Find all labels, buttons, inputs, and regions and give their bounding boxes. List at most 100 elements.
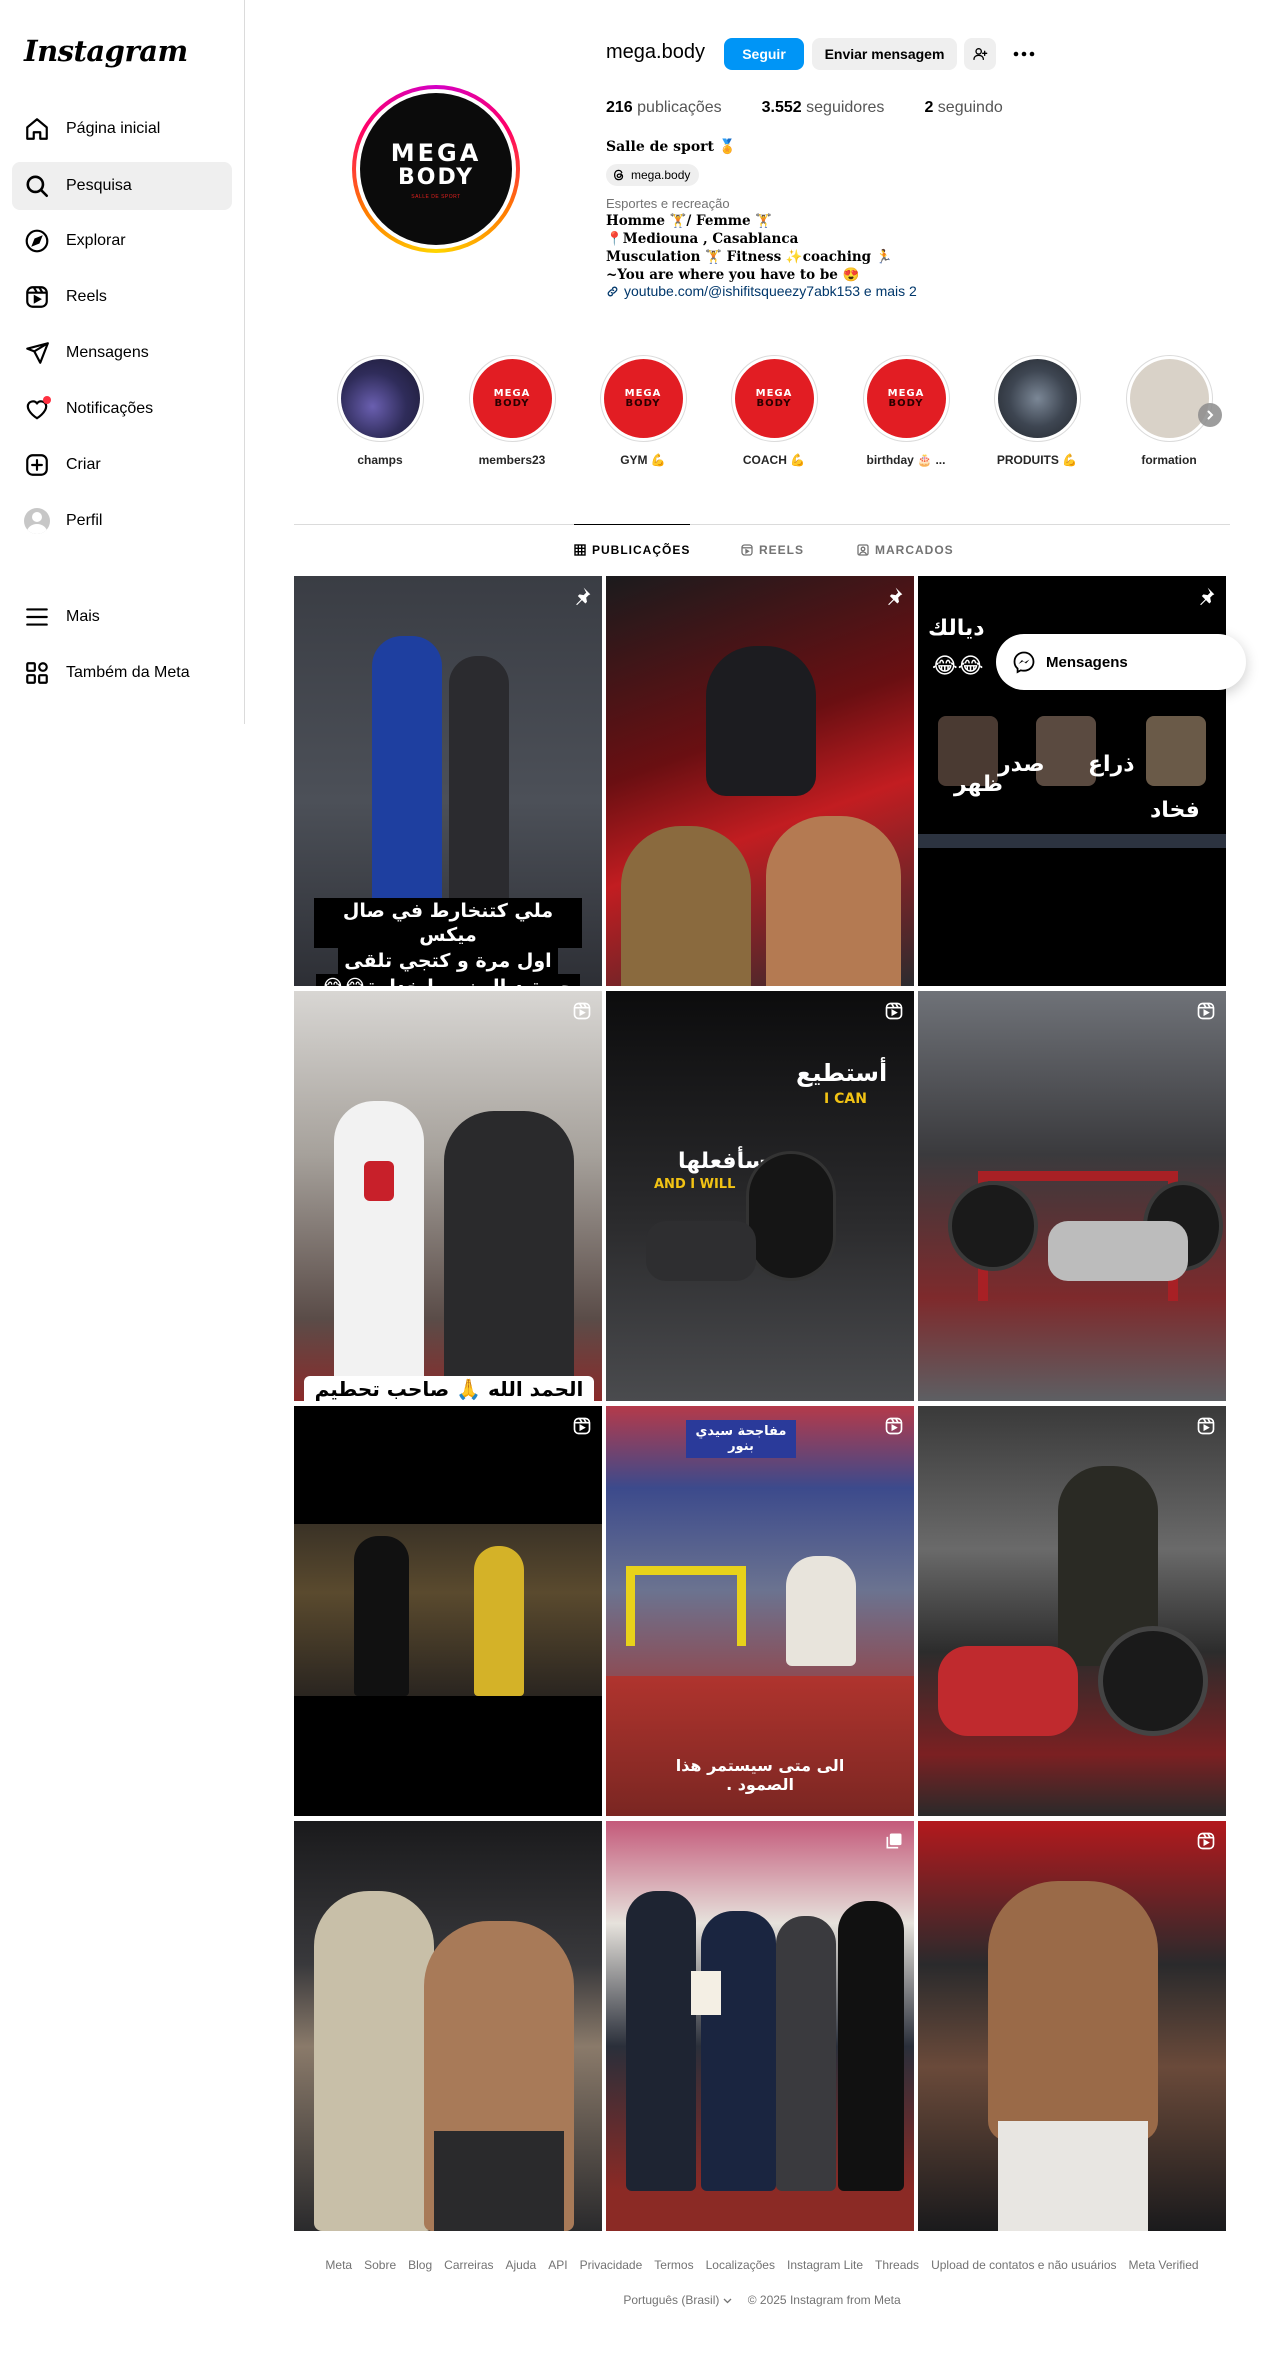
bench-frame [626, 1566, 746, 1646]
search-icon [26, 175, 49, 198]
nav-more-label: Mais [66, 608, 100, 625]
following-count-label: seguindo [937, 99, 1003, 116]
highlight-cover [340, 359, 420, 438]
threads-badge[interactable]: mega.body [606, 164, 700, 186]
followers-count[interactable]: 3.552 seguidores [762, 99, 885, 117]
post-tile[interactable]: ملي كتنخارط في صال ميكس اول مرة و كتجي ت… [294, 576, 602, 986]
highlight-logo-l1: MEGA [755, 387, 793, 399]
post-tile[interactable] [294, 1406, 602, 1816]
post-caption: I CAN [824, 1091, 867, 1107]
footer-link[interactable]: Sobre [364, 2258, 396, 2272]
posts-count-label: publicações [637, 99, 722, 116]
post-caption: الحمد الله 🙏 صاحب تحطيم الرقم [304, 1376, 594, 1401]
highlight-label: GYM 💪 [620, 453, 666, 467]
certificate [691, 1971, 721, 2015]
footer-link[interactable]: Blog [408, 2258, 432, 2272]
highlight-birthday[interactable]: MEGA BODY birthday 🎂 ... [858, 355, 954, 467]
post-tile[interactable]: أستطيع I CAN وسأفعلها AND I WILL [606, 991, 914, 1401]
footer-link[interactable]: Carreiras [444, 2258, 493, 2272]
instagram-logo[interactable]: Instagram [24, 34, 188, 68]
highlight-gym[interactable]: MEGA BODY GYM 💪 [595, 355, 691, 467]
person-silhouette [706, 646, 816, 796]
nav-messages[interactable]: Mensagens [12, 329, 232, 377]
person-silhouette [776, 1916, 836, 2191]
footer-link[interactable]: Ajuda [506, 2258, 537, 2272]
following-count[interactable]: 2 seguindo [924, 99, 1002, 117]
tagged-icon [857, 544, 869, 556]
tab-posts[interactable]: PUBLICAÇÕES [574, 524, 691, 574]
link-icon [607, 286, 618, 296]
nav-notifications[interactable]: Notificações [12, 385, 232, 433]
caption-line: اول مرة و كتجي تلقى [338, 948, 558, 974]
post-tile[interactable] [918, 1821, 1226, 2231]
caption-line: ملي كتنخارط في صال ميكس [314, 898, 582, 948]
tab-tagged-label: MARCADOS [875, 543, 954, 557]
person-silhouette [766, 816, 901, 986]
messages-float-button[interactable]: Mensagens [996, 634, 1246, 690]
footer-link[interactable]: Meta Verified [1129, 2258, 1199, 2272]
footer-link[interactable]: API [548, 2258, 567, 2272]
person-silhouette [626, 1891, 696, 2191]
highlight-logo-l2: BODY [625, 397, 661, 409]
profile-avatar[interactable]: MEGA BODY SALLE DE SPORT [352, 85, 520, 253]
post-tile[interactable] [606, 576, 914, 986]
tab-tagged[interactable]: MARCADOS [857, 525, 954, 575]
nav-profile[interactable]: Perfil [12, 497, 232, 545]
nav-reels[interactable]: Reels [12, 273, 232, 321]
highlight-champs[interactable]: champs [332, 355, 428, 467]
highlight-ring [993, 355, 1081, 442]
chevron-right-icon [1207, 410, 1214, 420]
post-tile[interactable]: مفاجحة سيدي بنور الى متى سيستمر هذا الصم… [606, 1406, 914, 1816]
face-thumb [1146, 716, 1206, 786]
highlight-members23[interactable]: MEGA BODY members23 [464, 355, 560, 467]
footer-link[interactable]: Termos [654, 2258, 693, 2272]
messages-float-label: Mensagens [1046, 653, 1128, 671]
tab-reels[interactable]: REELS [741, 525, 804, 575]
nav-explore[interactable]: Explorar [12, 217, 232, 265]
nav-search[interactable]: Pesquisa [12, 162, 232, 210]
highlights-next-button[interactable] [1198, 403, 1222, 427]
language-select[interactable]: Português (Brasil) [623, 2293, 732, 2307]
highlight-cover: MEGA BODY [472, 359, 552, 438]
post-tile[interactable] [918, 991, 1226, 1401]
caption-line: حصة ديال زومبا خدامة😂😂 [315, 974, 581, 986]
profile-username: mega.body [606, 41, 705, 63]
barbell-plate [746, 1151, 836, 1281]
follow-button[interactable]: Seguir [724, 38, 804, 70]
highlight-produits[interactable]: PRODUITS 💪 [989, 355, 1085, 467]
bio-line: ~You are where you have to be 😍 [606, 267, 860, 283]
post-tile[interactable]: الحمد الله 🙏 صاحب تحطيم الرقم [294, 991, 602, 1401]
highlight-ring: MEGA BODY [468, 355, 556, 442]
post-tile[interactable] [918, 1406, 1226, 1816]
mega-body-logo: MEGA BODY SALLE DE SPORT [360, 93, 512, 245]
post-tile[interactable] [294, 1821, 602, 2231]
reel-icon [885, 1002, 903, 1020]
footer-link[interactable]: Localizações [706, 2258, 775, 2272]
reel-icon [1197, 1002, 1215, 1020]
nav-more[interactable]: Mais [12, 593, 232, 641]
bio-link[interactable]: youtube.com/@ishifitsqueezy7abk153 e mai… [606, 283, 917, 299]
nav-home[interactable]: Página inicial [12, 105, 232, 153]
carpet [606, 1676, 914, 1816]
nav-create[interactable]: Criar [12, 441, 232, 489]
profile-category: Esportes e recreação [606, 196, 730, 211]
footer-link[interactable]: Instagram Lite [787, 2258, 863, 2272]
suggest-user-button[interactable] [964, 38, 996, 70]
highlight-logo-l1: MEGA [887, 387, 925, 399]
footer-link[interactable]: Privacidade [580, 2258, 643, 2272]
footer-link[interactable]: Upload de contatos e não usuários [931, 2258, 1116, 2272]
jersey-number [364, 1161, 394, 1201]
threads-icon [613, 169, 624, 181]
options-button[interactable] [1008, 38, 1040, 70]
post-label: فخاد [1150, 798, 1200, 823]
footer-links: Meta Sobre Blog Carreiras Ajuda API Priv… [294, 2258, 1230, 2272]
nav-search-label: Pesquisa [66, 177, 132, 194]
post-caption: AND I WILL [654, 1177, 736, 1192]
footer-link[interactable]: Meta [325, 2258, 352, 2272]
highlight-coach[interactable]: MEGA BODY COACH 💪 [726, 355, 822, 467]
post-tile[interactable] [606, 1821, 914, 2231]
send-message-button[interactable]: Enviar mensagem [812, 38, 957, 70]
footer-link[interactable]: Threads [875, 2258, 919, 2272]
post-caption: ملي كتنخارط في صال ميكس اول مرة و كتجي ت… [314, 898, 582, 986]
nav-also-from-meta[interactable]: Também da Meta [12, 649, 232, 697]
